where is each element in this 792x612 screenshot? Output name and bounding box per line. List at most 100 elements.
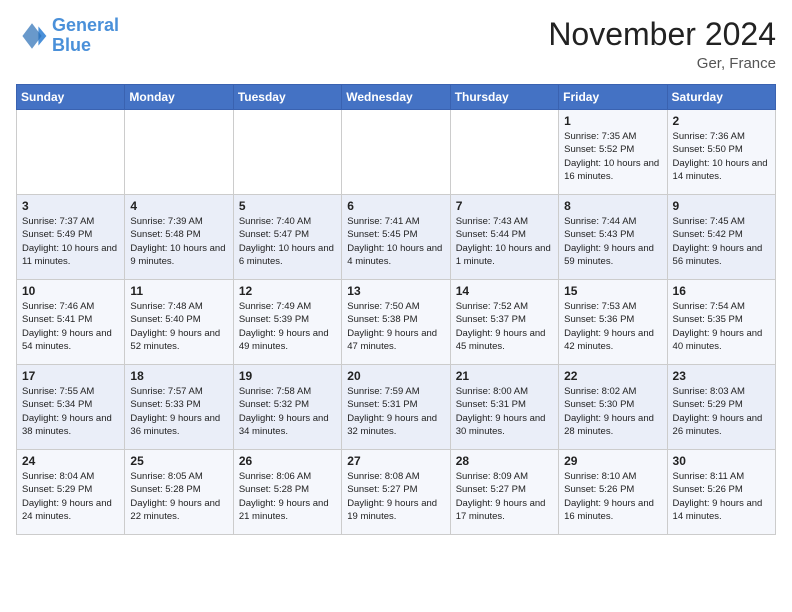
day-number: 5 — [239, 199, 336, 213]
calendar-table: Sunday Monday Tuesday Wednesday Thursday… — [16, 84, 776, 535]
day-info: Sunrise: 7:39 AM Sunset: 5:48 PM Dayligh… — [130, 215, 227, 268]
day-info: Sunrise: 7:54 AM Sunset: 5:35 PM Dayligh… — [673, 300, 770, 353]
day-info: Sunrise: 7:45 AM Sunset: 5:42 PM Dayligh… — [673, 215, 770, 268]
col-wednesday: Wednesday — [342, 85, 450, 110]
day-info: Sunrise: 7:35 AM Sunset: 5:52 PM Dayligh… — [564, 130, 661, 183]
day-number: 20 — [347, 369, 444, 383]
page-header: General Blue November 2024 Ger, France — [16, 16, 776, 72]
day-info: Sunrise: 7:58 AM Sunset: 5:32 PM Dayligh… — [239, 385, 336, 438]
logo: General Blue — [16, 16, 119, 56]
calendar-cell — [125, 110, 233, 195]
day-number: 30 — [673, 454, 770, 468]
day-number: 8 — [564, 199, 661, 213]
day-info: Sunrise: 8:09 AM Sunset: 5:27 PM Dayligh… — [456, 470, 553, 523]
calendar-cell: 24Sunrise: 8:04 AM Sunset: 5:29 PM Dayli… — [17, 450, 125, 535]
day-number: 26 — [239, 454, 336, 468]
calendar-cell: 29 Sunrise: 8:10 AM Sunset: 5:26 PM Dayli… — [559, 450, 667, 535]
day-number: 15 — [564, 284, 661, 298]
calendar-cell: 1 Sunrise: 7:35 AM Sunset: 5:52 PM Daylig… — [559, 110, 667, 195]
calendar-cell: 17 Sunrise: 7:55 AM Sunset: 5:34 PM Dayli… — [17, 365, 125, 450]
calendar-cell: 7Sunrise: 7:43 AM Sunset: 5:44 PM Daylig… — [450, 195, 558, 280]
day-number: 1 — [564, 114, 661, 128]
col-tuesday: Tuesday — [233, 85, 341, 110]
day-info: Sunrise: 7:36 AM Sunset: 5:50 PM Dayligh… — [673, 130, 770, 183]
day-info: Sunrise: 7:57 AM Sunset: 5:33 PM Dayligh… — [130, 385, 227, 438]
day-info: Sunrise: 7:43 AM Sunset: 5:44 PM Dayligh… — [456, 215, 553, 268]
calendar-cell: 14 Sunrise: 7:52 AM Sunset: 5:37 PM Dayli… — [450, 280, 558, 365]
calendar-cell: 19 Sunrise: 7:58 AM Sunset: 5:32 PM Dayli… — [233, 365, 341, 450]
calendar-cell: 10 Sunrise: 7:46 AM Sunset: 5:41 PM Dayli… — [17, 280, 125, 365]
day-number: 14 — [456, 284, 553, 298]
day-info: Sunrise: 8:11 AM Sunset: 5:26 PM Dayligh… — [673, 470, 770, 523]
calendar-cell: 15 Sunrise: 7:53 AM Sunset: 5:36 PM Dayli… — [559, 280, 667, 365]
day-number: 29 — [564, 454, 661, 468]
calendar-cell: 28 Sunrise: 8:09 AM Sunset: 5:27 PM Dayli… — [450, 450, 558, 535]
calendar-week-4: 17 Sunrise: 7:55 AM Sunset: 5:34 PM Dayli… — [17, 365, 776, 450]
calendar-week-1: 1 Sunrise: 7:35 AM Sunset: 5:52 PM Daylig… — [17, 110, 776, 195]
day-info: Sunrise: 7:40 AM Sunset: 5:47 PM Dayligh… — [239, 215, 336, 268]
title-block: November 2024 Ger, France — [548, 16, 776, 72]
day-number: 2 — [673, 114, 770, 128]
calendar-week-2: 3 Sunrise: 7:37 AM Sunset: 5:49 PM Daylig… — [17, 195, 776, 280]
day-info: Sunrise: 8:02 AM Sunset: 5:30 PM Dayligh… — [564, 385, 661, 438]
calendar-cell: 16 Sunrise: 7:54 AM Sunset: 5:35 PM Dayli… — [667, 280, 775, 365]
day-info: Sunrise: 7:53 AM Sunset: 5:36 PM Dayligh… — [564, 300, 661, 353]
calendar-cell: 18 Sunrise: 7:57 AM Sunset: 5:33 PM Dayli… — [125, 365, 233, 450]
col-monday: Monday — [125, 85, 233, 110]
calendar-cell: 4Sunrise: 7:39 AM Sunset: 5:48 PM Daylig… — [125, 195, 233, 280]
day-number: 25 — [130, 454, 227, 468]
day-number: 22 — [564, 369, 661, 383]
calendar-cell: 22 Sunrise: 8:02 AM Sunset: 5:30 PM Dayli… — [559, 365, 667, 450]
day-number: 9 — [673, 199, 770, 213]
day-info: Sunrise: 7:55 AM Sunset: 5:34 PM Dayligh… — [22, 385, 119, 438]
calendar-cell: 20 Sunrise: 7:59 AM Sunset: 5:31 PM Dayli… — [342, 365, 450, 450]
col-sunday: Sunday — [17, 85, 125, 110]
day-info: Sunrise: 8:08 AM Sunset: 5:27 PM Dayligh… — [347, 470, 444, 523]
day-number: 21 — [456, 369, 553, 383]
day-info: Sunrise: 7:52 AM Sunset: 5:37 PM Dayligh… — [456, 300, 553, 353]
day-info: Sunrise: 8:10 AM Sunset: 5:26 PM Dayligh… — [564, 470, 661, 523]
day-number: 13 — [347, 284, 444, 298]
day-number: 10 — [22, 284, 119, 298]
day-number: 3 — [22, 199, 119, 213]
day-info: Sunrise: 8:04 AM Sunset: 5:29 PM Dayligh… — [22, 470, 119, 523]
day-number: 17 — [22, 369, 119, 383]
calendar-cell — [17, 110, 125, 195]
day-number: 18 — [130, 369, 227, 383]
day-info: Sunrise: 8:00 AM Sunset: 5:31 PM Dayligh… — [456, 385, 553, 438]
calendar-week-3: 10 Sunrise: 7:46 AM Sunset: 5:41 PM Dayli… — [17, 280, 776, 365]
day-info: Sunrise: 7:41 AM Sunset: 5:45 PM Dayligh… — [347, 215, 444, 268]
location: Ger, France — [548, 55, 776, 72]
day-info: Sunrise: 7:37 AM Sunset: 5:49 PM Dayligh… — [22, 215, 119, 268]
calendar-header-row: Sunday Monday Tuesday Wednesday Thursday… — [17, 85, 776, 110]
calendar-cell: 5 Sunrise: 7:40 AM Sunset: 5:47 PM Daylig… — [233, 195, 341, 280]
day-number: 12 — [239, 284, 336, 298]
logo-icon — [16, 20, 48, 52]
col-saturday: Saturday — [667, 85, 775, 110]
calendar-cell: 23Sunrise: 8:03 AM Sunset: 5:29 PM Dayli… — [667, 365, 775, 450]
day-info: Sunrise: 8:05 AM Sunset: 5:28 PM Dayligh… — [130, 470, 227, 523]
calendar-cell: 30 Sunrise: 8:11 AM Sunset: 5:26 PM Dayli… — [667, 450, 775, 535]
day-number: 16 — [673, 284, 770, 298]
day-info: Sunrise: 7:46 AM Sunset: 5:41 PM Dayligh… — [22, 300, 119, 353]
calendar-cell: 12Sunrise: 7:49 AM Sunset: 5:39 PM Dayli… — [233, 280, 341, 365]
calendar-cell: 2 Sunrise: 7:36 AM Sunset: 5:50 PM Daylig… — [667, 110, 775, 195]
day-number: 6 — [347, 199, 444, 213]
day-number: 27 — [347, 454, 444, 468]
calendar-cell: 25 Sunrise: 8:05 AM Sunset: 5:28 PM Dayli… — [125, 450, 233, 535]
day-info: Sunrise: 7:48 AM Sunset: 5:40 PM Dayligh… — [130, 300, 227, 353]
calendar-cell — [342, 110, 450, 195]
day-info: Sunrise: 8:06 AM Sunset: 5:28 PM Dayligh… — [239, 470, 336, 523]
col-thursday: Thursday — [450, 85, 558, 110]
calendar-cell — [233, 110, 341, 195]
month-title: November 2024 — [548, 16, 776, 53]
day-number: 11 — [130, 284, 227, 298]
calendar-cell: 11 Sunrise: 7:48 AM Sunset: 5:40 PM Dayli… — [125, 280, 233, 365]
calendar-cell: 21 Sunrise: 8:00 AM Sunset: 5:31 PM Dayli… — [450, 365, 558, 450]
day-number: 23 — [673, 369, 770, 383]
day-number: 28 — [456, 454, 553, 468]
calendar-cell: 27 Sunrise: 8:08 AM Sunset: 5:27 PM Dayli… — [342, 450, 450, 535]
day-number: 19 — [239, 369, 336, 383]
day-info: Sunrise: 7:44 AM Sunset: 5:43 PM Dayligh… — [564, 215, 661, 268]
day-info: Sunrise: 7:59 AM Sunset: 5:31 PM Dayligh… — [347, 385, 444, 438]
